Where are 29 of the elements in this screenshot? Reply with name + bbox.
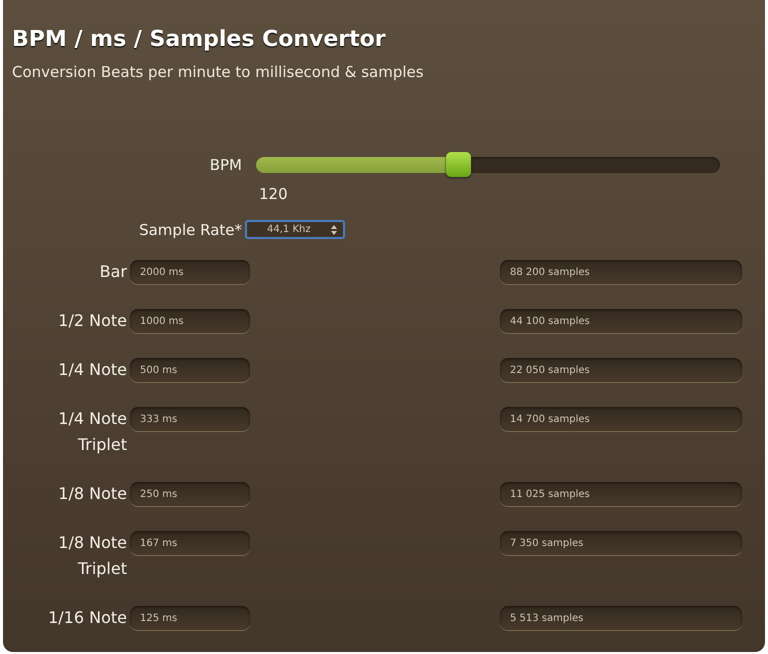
note-label: Bar: [100, 261, 127, 283]
samples-field[interactable]: 22 050 samples: [500, 358, 742, 382]
sample-rate-select[interactable]: 44,1 Khz: [245, 220, 345, 239]
ms-field[interactable]: 500 ms: [130, 358, 250, 382]
note-label: 1/8 Note Triplet: [57, 532, 127, 580]
samples-field[interactable]: 11 025 samples: [500, 482, 742, 506]
ms-field[interactable]: 1000 ms: [130, 309, 250, 333]
samples-field[interactable]: 88 200 samples: [500, 260, 742, 284]
ms-field[interactable]: 125 ms: [130, 606, 250, 630]
samples-field[interactable]: 7 350 samples: [500, 531, 742, 555]
note-label: 1/16 Note: [48, 607, 127, 629]
ms-field[interactable]: 2000 ms: [130, 260, 250, 284]
updown-icon: [331, 224, 337, 234]
samples-field[interactable]: 14 700 samples: [500, 407, 742, 431]
bpm-label: BPM: [208, 156, 242, 174]
samples-field[interactable]: 44 100 samples: [500, 309, 742, 333]
slider-thumb[interactable]: [446, 152, 471, 177]
ms-field[interactable]: 167 ms: [130, 531, 250, 555]
sample-rate-label: Sample Rate*: [138, 220, 242, 238]
bpm-value: 120: [259, 184, 289, 204]
page-title: BPM / ms / Samples Convertor: [12, 26, 387, 54]
note-label: 1/8 Note: [58, 483, 127, 505]
note-label: 1/4 Note: [58, 359, 127, 381]
note-label: 1/4 Note Triplet: [57, 408, 127, 456]
ms-field[interactable]: 333 ms: [130, 407, 250, 431]
ms-field[interactable]: 250 ms: [130, 482, 250, 506]
note-label: 1/2 Note: [58, 310, 127, 332]
samples-field[interactable]: 5 513 samples: [500, 606, 742, 630]
page-subtitle: Conversion Beats per minute to millisecond & samples: [12, 62, 425, 82]
